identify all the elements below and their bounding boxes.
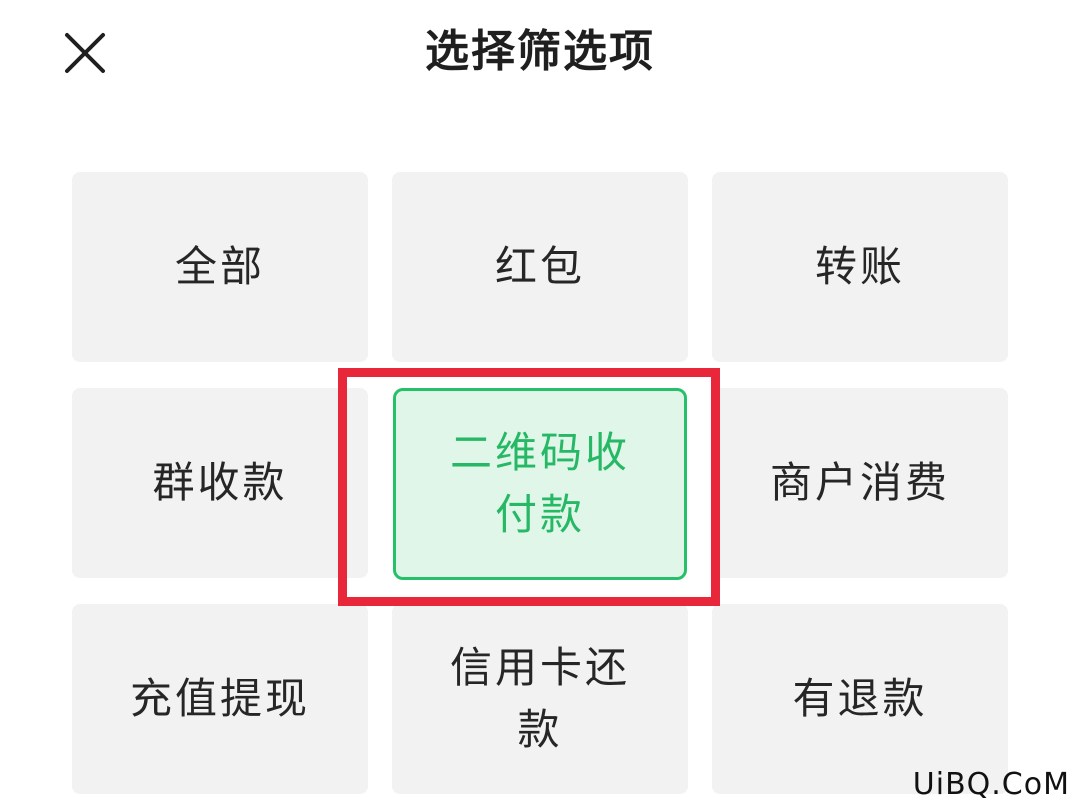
filter-label: 二维码收付款 [449, 428, 630, 539]
filter-label: 红包 [494, 242, 585, 291]
filter-label: 转账 [814, 242, 905, 291]
filter-credit-card-repayment[interactable]: 信用卡还款 [392, 604, 688, 794]
filter-transfer[interactable]: 转账 [712, 172, 1008, 362]
filter-group-collection[interactable]: 群收款 [72, 388, 368, 578]
filter-label: 群收款 [152, 458, 288, 507]
filter-all[interactable]: 全部 [72, 172, 368, 362]
filter-label: 商户消费 [769, 458, 950, 507]
filter-topup-withdraw[interactable]: 充值提现 [72, 604, 368, 794]
filter-label: 充值提现 [129, 674, 310, 723]
filter-red-packet[interactable]: 红包 [392, 172, 688, 362]
watermark: UiBQ.CoM [912, 767, 1070, 802]
filter-merchant-purchase[interactable]: 商户消费 [712, 388, 1008, 578]
filter-label: 有退款 [792, 674, 928, 723]
filter-refund[interactable]: 有退款 [712, 604, 1008, 794]
page-title: 选择筛选项 [425, 26, 655, 77]
filter-label: 全部 [174, 242, 265, 291]
filter-qr-payment[interactable]: 二维码收付款 [393, 388, 687, 580]
filter-label: 信用卡还款 [449, 643, 630, 754]
